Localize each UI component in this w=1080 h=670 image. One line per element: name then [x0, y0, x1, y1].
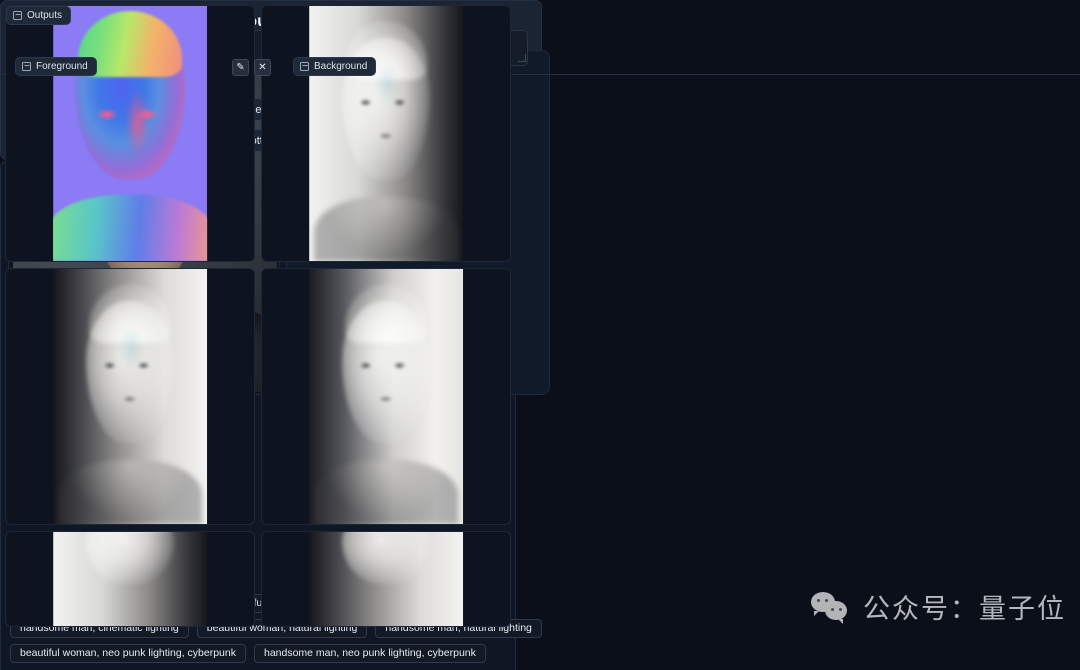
watermark-text: 公众号：量子位 [863, 587, 1066, 626]
output-item[interactable] [5, 531, 255, 627]
output-image-relit [309, 160, 463, 261]
clear-image-button[interactable]: ✕ [254, 59, 271, 76]
output-image-relit [53, 269, 207, 524]
quick-prompt-chip[interactable]: beautiful woman, neo punk lighting, cybe… [10, 644, 246, 663]
app-root: IC-Light (Relighting with Foreground and… [0, 0, 1080, 670]
foreground-image-tools: ✎ ✕ [232, 59, 271, 76]
image-icon [22, 62, 31, 71]
output-image-normal-map [53, 160, 207, 261]
edit-image-button[interactable]: ✎ [232, 59, 249, 76]
output-image-relit [309, 532, 463, 626]
image-icon [300, 62, 309, 71]
foreground-label-text: Foreground [36, 61, 88, 72]
background-label-chip: Background [293, 57, 376, 76]
output-item[interactable] [261, 160, 511, 262]
output-item[interactable] [261, 531, 511, 627]
quick-prompt-chip[interactable]: handsome man, neo punk lighting, cyberpu… [254, 644, 486, 663]
foreground-label-chip: Foreground [15, 57, 97, 76]
prompt-resize-handle[interactable] [518, 54, 526, 62]
output-image-relit [309, 269, 463, 524]
outputs-grid [5, 160, 511, 627]
output-item[interactable] [5, 160, 255, 262]
output-image-relit [53, 532, 207, 626]
output-item[interactable] [261, 268, 511, 525]
output-item[interactable] [5, 268, 255, 525]
outputs-gallery-panel: Outputs [0, 160, 516, 670]
wechat-icon [811, 592, 851, 622]
background-label-text: Background [314, 61, 367, 72]
watermark: 公众号：量子位 [811, 587, 1066, 626]
